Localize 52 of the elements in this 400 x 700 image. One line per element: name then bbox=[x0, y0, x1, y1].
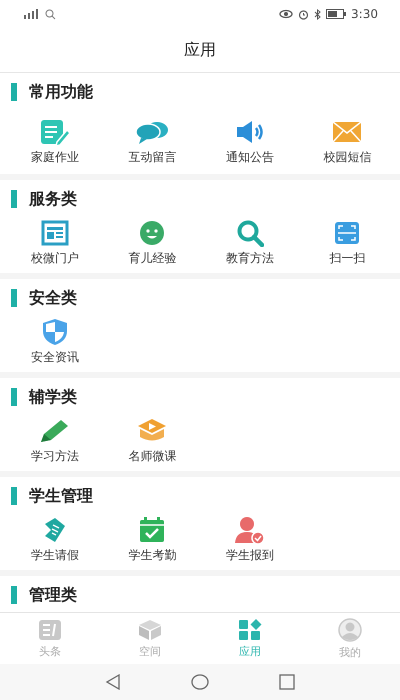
user-check-icon bbox=[234, 516, 266, 544]
recent-apps-icon[interactable] bbox=[279, 674, 295, 690]
section-title: 辅学类 bbox=[29, 386, 77, 408]
app-shortcut[interactable]: 学生考勤 bbox=[128, 547, 176, 564]
bluetooth-icon bbox=[314, 8, 322, 20]
battery-icon bbox=[326, 9, 346, 19]
app-shortcut[interactable]: 互动留言 bbox=[128, 149, 176, 166]
app-shortcut[interactable]: 校园短信 bbox=[323, 149, 372, 166]
baby-face-icon bbox=[138, 219, 166, 247]
search-icon bbox=[45, 8, 56, 20]
speaker-icon bbox=[234, 119, 265, 145]
section-title: 服务类 bbox=[29, 188, 77, 210]
app-shortcut[interactable]: 学生报到 bbox=[226, 547, 274, 564]
section-marker bbox=[11, 388, 17, 406]
newspaper-icon bbox=[40, 220, 69, 246]
section-marker bbox=[11, 190, 17, 208]
calendar-check-icon bbox=[138, 516, 166, 544]
app-shortcut[interactable]: 安全资讯 bbox=[30, 349, 79, 366]
shield-icon bbox=[42, 318, 68, 346]
app-shortcut[interactable]: 校微门户 bbox=[30, 250, 79, 267]
signal-icon bbox=[22, 9, 40, 19]
home-icon[interactable] bbox=[191, 674, 209, 690]
section-marker bbox=[11, 487, 17, 505]
chat-bubbles-icon bbox=[135, 119, 170, 145]
app-shortcut[interactable]: 名师微课 bbox=[128, 448, 176, 465]
magnifier-icon bbox=[236, 219, 264, 247]
envelope-icon bbox=[332, 121, 362, 143]
section-marker bbox=[11, 83, 17, 101]
section-title: 管理类 bbox=[29, 584, 77, 606]
cube-icon bbox=[138, 618, 162, 640]
notepad-pencil-icon bbox=[38, 118, 71, 146]
page-title: 应用 bbox=[184, 40, 216, 60]
app-shortcut[interactable]: 学习方法 bbox=[30, 448, 79, 465]
scan-icon bbox=[334, 221, 360, 245]
clock-time: 3:30 bbox=[351, 7, 378, 21]
app-shortcut[interactable]: 扫一扫 bbox=[329, 250, 366, 267]
section-title: 学生管理 bbox=[29, 486, 93, 506]
section-marker bbox=[11, 289, 17, 307]
app-shortcut[interactable]: 教育方法 bbox=[226, 250, 274, 267]
section-marker bbox=[11, 586, 17, 604]
article-icon bbox=[38, 618, 62, 640]
back-icon[interactable] bbox=[105, 674, 121, 690]
alarm-icon bbox=[298, 8, 310, 20]
app-shortcut[interactable]: 学生请假 bbox=[30, 547, 79, 564]
app-shortcut[interactable]: 育儿经验 bbox=[128, 250, 176, 267]
apps-grid-icon bbox=[238, 618, 262, 640]
section-title: 常用功能 bbox=[29, 82, 93, 102]
app-shortcut[interactable]: 通知公告 bbox=[226, 149, 274, 166]
app-shortcut[interactable]: 家庭作业 bbox=[30, 149, 79, 166]
eye-icon bbox=[279, 9, 294, 19]
section-title: 安全类 bbox=[29, 288, 77, 308]
user-avatar-icon bbox=[338, 618, 362, 642]
